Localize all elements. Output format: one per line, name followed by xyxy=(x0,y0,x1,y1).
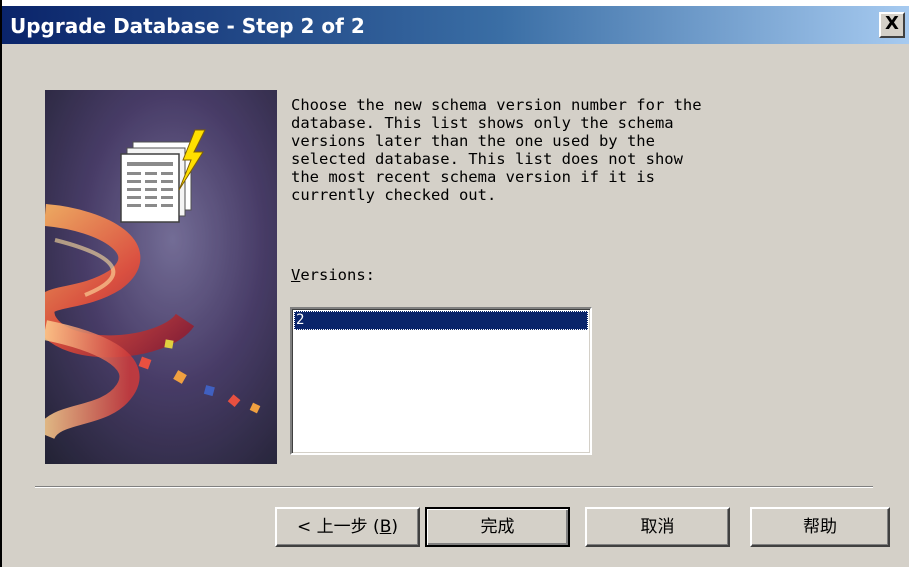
window-left-edge xyxy=(0,0,2,567)
title-bar[interactable]: Upgrade Database - Step 2 of 2 X xyxy=(2,6,909,44)
finish-button-label: 完成 xyxy=(480,517,515,537)
close-button[interactable]: X xyxy=(879,12,905,38)
cancel-button-label: 取消 xyxy=(640,517,675,537)
back-button-accelerator: B xyxy=(379,517,392,537)
versions-listbox[interactable]: 2 xyxy=(290,307,592,455)
instruction-text: Choose the new schema version number for… xyxy=(291,96,702,204)
back-button-suffix: ) xyxy=(391,517,398,537)
cancel-button[interactable]: 取消 xyxy=(585,507,730,547)
close-icon: X xyxy=(885,13,899,34)
separator-line xyxy=(35,486,873,488)
versions-label-text: ersions: xyxy=(300,266,375,284)
versions-label: Versions: xyxy=(291,266,375,284)
help-button[interactable]: 帮助 xyxy=(750,507,890,547)
finish-button[interactable]: 完成 xyxy=(425,507,570,547)
back-button-prefix: < 上一步 ( xyxy=(297,517,380,537)
back-button[interactable]: < 上一步 (B) xyxy=(275,507,420,547)
versions-label-accelerator: V xyxy=(291,266,301,284)
window-title: Upgrade Database - Step 2 of 2 xyxy=(10,14,365,38)
version-list-item[interactable]: 2 xyxy=(294,311,588,330)
wizard-banner-image xyxy=(45,90,277,464)
help-button-label: 帮助 xyxy=(803,517,837,537)
